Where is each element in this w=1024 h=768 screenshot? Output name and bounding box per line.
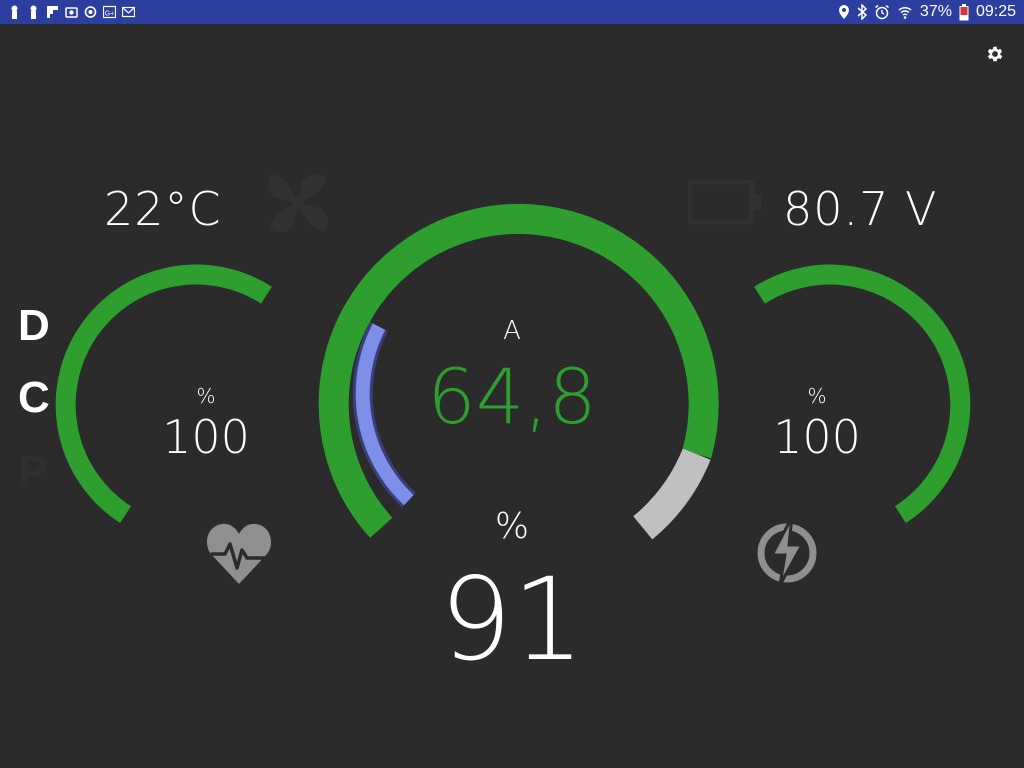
current-value: 64,8 bbox=[427, 352, 597, 441]
right-gauge-unit: % bbox=[807, 384, 827, 408]
center-gauge-arc-remaining bbox=[633, 448, 711, 540]
soc-unit: % bbox=[494, 506, 530, 547]
soc-value: 91 bbox=[439, 553, 585, 686]
heart-health-icon bbox=[206, 523, 272, 584]
left-gauge-unit: % bbox=[196, 384, 216, 408]
right-gauge-value: 100 bbox=[773, 410, 861, 464]
center-gauge-regen-arc-fill bbox=[355, 323, 414, 506]
left-gauge-value: 100 bbox=[162, 410, 250, 464]
right-gauge-arc bbox=[754, 264, 971, 524]
left-gauge-arc bbox=[55, 264, 272, 524]
charging-bolt-icon bbox=[757, 516, 817, 586]
current-unit: A bbox=[503, 316, 521, 346]
